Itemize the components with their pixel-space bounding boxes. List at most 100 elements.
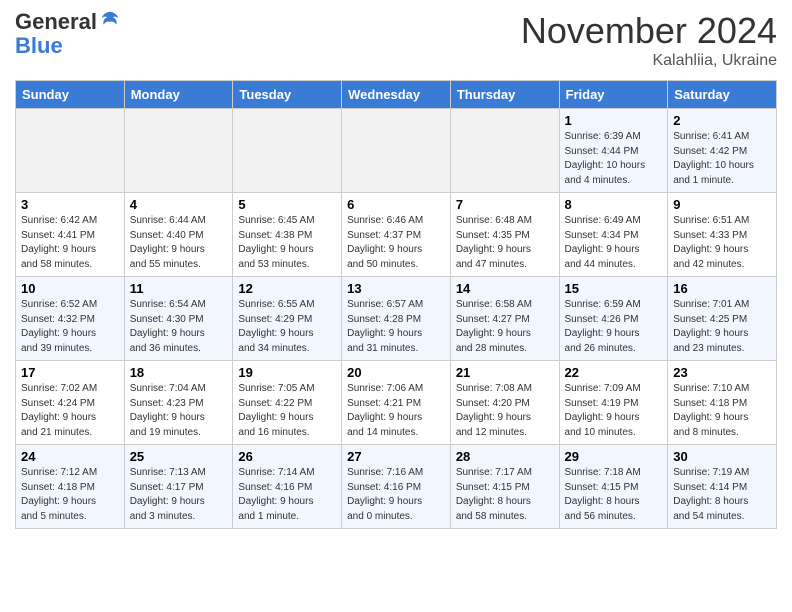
day-info: Sunrise: 6:42 AM Sunset: 4:41 PM Dayligh… — [21, 214, 119, 272]
day-number: 19 — [238, 365, 336, 380]
calendar-week-row: 10 Sunrise: 6:52 AM Sunset: 4:32 PM Dayli… — [16, 277, 777, 361]
day-number: 18 — [130, 365, 228, 380]
day-info: Sunrise: 7:18 AM Sunset: 4:15 PM Dayligh… — [565, 466, 663, 524]
col-monday: Monday — [124, 81, 233, 109]
day-info: Sunrise: 6:54 AM Sunset: 4:30 PM Dayligh… — [130, 298, 228, 356]
day-number: 1 — [565, 113, 663, 128]
calendar-cell: 21Sunrise: 7:08 AM Sunset: 4:20 PM Dayli… — [450, 361, 559, 445]
logo-bird-icon — [99, 9, 121, 31]
day-number: 3 — [21, 197, 119, 212]
day-info: Sunrise: 7:14 AM Sunset: 4:16 PM Dayligh… — [238, 466, 336, 524]
day-info: Sunrise: 7:12 AM Sunset: 4:18 PM Dayligh… — [21, 466, 119, 524]
day-info: Sunrise: 6:55 AM Sunset: 4:29 PM Dayligh… — [238, 298, 336, 356]
calendar-cell: 7Sunrise: 6:48 AM Sunset: 4:35 PM Daylig… — [450, 193, 559, 277]
day-info: Sunrise: 7:06 AM Sunset: 4:21 PM Dayligh… — [347, 382, 445, 440]
logo-text-general: General — [15, 10, 97, 34]
day-number: 28 — [456, 449, 554, 464]
calendar-cell: 24 Sunrise: 7:12 AM Sunset: 4:18 PM Dayli… — [16, 445, 125, 529]
page-header: General Blue November 2024 Kalahliia, Uk… — [15, 10, 777, 70]
day-info: Sunrise: 6:57 AM Sunset: 4:28 PM Dayligh… — [347, 298, 445, 356]
day-info: Sunrise: 6:51 AM Sunset: 4:33 PM Dayligh… — [673, 214, 771, 272]
col-friday: Friday — [559, 81, 668, 109]
day-info: Sunrise: 6:49 AM Sunset: 4:34 PM Dayligh… — [565, 214, 663, 272]
day-info: Sunrise: 7:01 AM Sunset: 4:25 PM Dayligh… — [673, 298, 771, 356]
calendar-cell: 10 Sunrise: 6:52 AM Sunset: 4:32 PM Dayli… — [16, 277, 125, 361]
calendar-cell: 15 Sunrise: 6:59 AM Sunset: 4:26 PM Dayli… — [559, 277, 668, 361]
calendar-cell: 28 Sunrise: 7:17 AM Sunset: 4:15 PM Dayli… — [450, 445, 559, 529]
day-info: Sunrise: 6:59 AM Sunset: 4:26 PM Dayligh… — [565, 298, 663, 356]
day-info: Sunrise: 6:52 AM Sunset: 4:32 PM Dayligh… — [21, 298, 119, 356]
day-number: 24 — [21, 449, 119, 464]
day-number: 22 — [565, 365, 663, 380]
calendar-cell: 26 Sunrise: 7:14 AM Sunset: 4:16 PM Dayli… — [233, 445, 342, 529]
day-number: 8 — [565, 197, 663, 212]
col-sunday: Sunday — [16, 81, 125, 109]
calendar-header-row: Sunday Monday Tuesday Wednesday Thursday… — [16, 81, 777, 109]
calendar-cell: 14 Sunrise: 6:58 AM Sunset: 4:27 PM Dayli… — [450, 277, 559, 361]
calendar-cell: 3 Sunrise: 6:42 AM Sunset: 4:41 PM Daylig… — [16, 193, 125, 277]
col-wednesday: Wednesday — [342, 81, 451, 109]
day-info: Sunrise: 6:39 AM Sunset: 4:44 PM Dayligh… — [565, 130, 663, 188]
day-info: Sunrise: 7:17 AM Sunset: 4:15 PM Dayligh… — [456, 466, 554, 524]
col-saturday: Saturday — [668, 81, 777, 109]
calendar-cell: 25Sunrise: 7:13 AM Sunset: 4:17 PM Dayli… — [124, 445, 233, 529]
day-number: 27 — [347, 449, 445, 464]
logo: General Blue — [15, 10, 121, 58]
calendar-cell: 22Sunrise: 7:09 AM Sunset: 4:19 PM Dayli… — [559, 361, 668, 445]
calendar-cell — [450, 109, 559, 193]
calendar-table: Sunday Monday Tuesday Wednesday Thursday… — [15, 80, 777, 529]
day-info: Sunrise: 7:02 AM Sunset: 4:24 PM Dayligh… — [21, 382, 119, 440]
day-number: 12 — [238, 281, 336, 296]
day-number: 20 — [347, 365, 445, 380]
day-info: Sunrise: 7:19 AM Sunset: 4:14 PM Dayligh… — [673, 466, 771, 524]
calendar-cell: 9 Sunrise: 6:51 AM Sunset: 4:33 PM Daylig… — [668, 193, 777, 277]
calendar-cell: 5Sunrise: 6:45 AM Sunset: 4:38 PM Daylig… — [233, 193, 342, 277]
month-title: November 2024 — [521, 10, 777, 52]
calendar-cell — [233, 109, 342, 193]
col-thursday: Thursday — [450, 81, 559, 109]
day-number: 14 — [456, 281, 554, 296]
calendar-cell: 6Sunrise: 6:46 AM Sunset: 4:37 PM Daylig… — [342, 193, 451, 277]
calendar-cell: 4 Sunrise: 6:44 AM Sunset: 4:40 PM Daylig… — [124, 193, 233, 277]
day-number: 2 — [673, 113, 771, 128]
calendar-week-row: 17Sunrise: 7:02 AM Sunset: 4:24 PM Dayli… — [16, 361, 777, 445]
day-number: 29 — [565, 449, 663, 464]
calendar-cell: 19 Sunrise: 7:05 AM Sunset: 4:22 PM Dayli… — [233, 361, 342, 445]
day-number: 15 — [565, 281, 663, 296]
day-number: 10 — [21, 281, 119, 296]
calendar-cell — [16, 109, 125, 193]
day-info: Sunrise: 6:44 AM Sunset: 4:40 PM Dayligh… — [130, 214, 228, 272]
day-info: Sunrise: 7:13 AM Sunset: 4:17 PM Dayligh… — [130, 466, 228, 524]
calendar-cell — [342, 109, 451, 193]
calendar-cell: 20 Sunrise: 7:06 AM Sunset: 4:21 PM Dayli… — [342, 361, 451, 445]
day-number: 6 — [347, 197, 445, 212]
day-info: Sunrise: 6:45 AM Sunset: 4:38 PM Dayligh… — [238, 214, 336, 272]
day-info: Sunrise: 7:04 AM Sunset: 4:23 PM Dayligh… — [130, 382, 228, 440]
day-number: 9 — [673, 197, 771, 212]
calendar-cell: 11 Sunrise: 6:54 AM Sunset: 4:30 PM Dayli… — [124, 277, 233, 361]
calendar-cell: 12 Sunrise: 6:55 AM Sunset: 4:29 PM Dayli… — [233, 277, 342, 361]
calendar-week-row: 24 Sunrise: 7:12 AM Sunset: 4:18 PM Dayli… — [16, 445, 777, 529]
day-number: 7 — [456, 197, 554, 212]
calendar-cell: 2 Sunrise: 6:41 AM Sunset: 4:42 PM Daylig… — [668, 109, 777, 193]
day-info: Sunrise: 7:05 AM Sunset: 4:22 PM Dayligh… — [238, 382, 336, 440]
calendar-cell — [124, 109, 233, 193]
day-number: 23 — [673, 365, 771, 380]
day-number: 21 — [456, 365, 554, 380]
day-info: Sunrise: 6:58 AM Sunset: 4:27 PM Dayligh… — [456, 298, 554, 356]
day-number: 11 — [130, 281, 228, 296]
calendar-week-row: 3 Sunrise: 6:42 AM Sunset: 4:41 PM Daylig… — [16, 193, 777, 277]
col-tuesday: Tuesday — [233, 81, 342, 109]
calendar-cell: 23 Sunrise: 7:10 AM Sunset: 4:18 PM Dayli… — [668, 361, 777, 445]
calendar-cell: 1 Sunrise: 6:39 AM Sunset: 4:44 PM Daylig… — [559, 109, 668, 193]
day-number: 30 — [673, 449, 771, 464]
day-info: Sunrise: 6:41 AM Sunset: 4:42 PM Dayligh… — [673, 130, 771, 188]
calendar-cell: 18 Sunrise: 7:04 AM Sunset: 4:23 PM Dayli… — [124, 361, 233, 445]
day-info: Sunrise: 7:16 AM Sunset: 4:16 PM Dayligh… — [347, 466, 445, 524]
calendar-cell: 13Sunrise: 6:57 AM Sunset: 4:28 PM Dayli… — [342, 277, 451, 361]
day-info: Sunrise: 7:10 AM Sunset: 4:18 PM Dayligh… — [673, 382, 771, 440]
location: Kalahliia, Ukraine — [521, 52, 777, 70]
day-number: 26 — [238, 449, 336, 464]
logo-text-blue: Blue — [15, 34, 63, 58]
day-number: 4 — [130, 197, 228, 212]
